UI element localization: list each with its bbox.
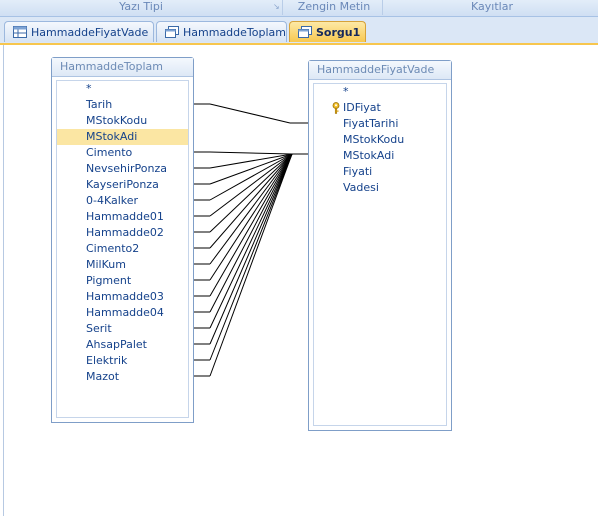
join-line-serit[interactable] xyxy=(209,153,293,329)
join-line-ahsappalet[interactable] xyxy=(209,153,293,345)
join-line-milkum[interactable] xyxy=(209,153,293,265)
join-line-pigment[interactable] xyxy=(209,153,293,281)
join-line-hammadde04[interactable] xyxy=(209,153,293,313)
join-lines xyxy=(194,103,308,377)
join-line-cimento[interactable] xyxy=(209,151,293,155)
join-line-mazot[interactable] xyxy=(209,153,293,377)
join-line-tarih[interactable] xyxy=(209,103,291,124)
join-line-hammadde03[interactable] xyxy=(209,153,293,297)
